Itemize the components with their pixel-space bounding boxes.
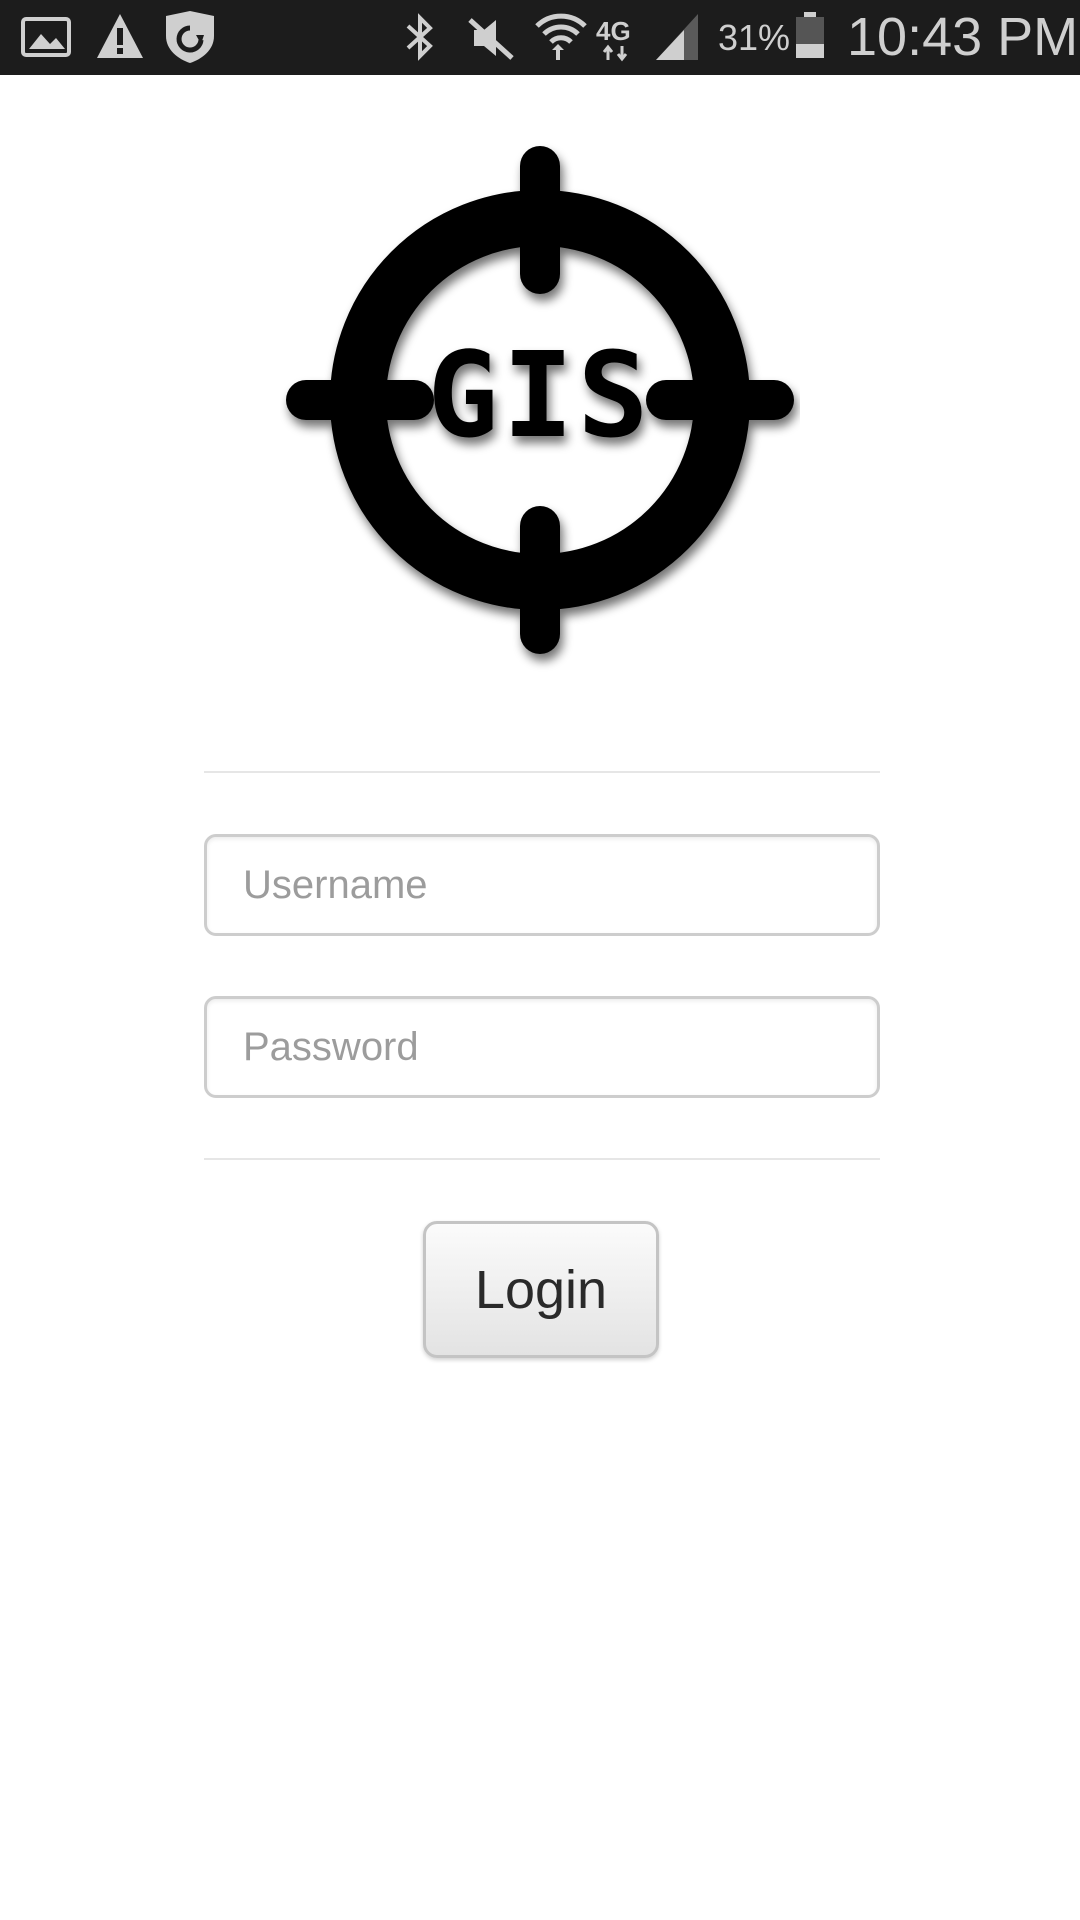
- status-clock: 10:43 PM: [847, 7, 1079, 67]
- gallery-icon: [20, 0, 74, 75]
- login-button[interactable]: Login: [423, 1221, 659, 1358]
- svg-text:4G: 4G: [596, 16, 631, 46]
- mute-icon: [466, 0, 516, 75]
- signal-icon: [652, 0, 702, 75]
- form-divider-top: [204, 771, 880, 773]
- 4g-lte-icon: 4G: [594, 0, 654, 75]
- password-input[interactable]: [204, 996, 880, 1098]
- wifi-icon: [534, 0, 588, 75]
- form-divider-bottom: [204, 1158, 880, 1160]
- username-input[interactable]: [204, 834, 880, 936]
- status-bar: 4G 31% 10:43 PM: [0, 0, 1080, 75]
- battery-icon: [792, 0, 828, 75]
- shield-sync-icon: [160, 0, 220, 75]
- bluetooth-icon: [400, 0, 440, 75]
- gis-crosshair-logo: GIS: [280, 140, 800, 680]
- battery-percent: 31%: [718, 17, 791, 58]
- logo-text: GIS: [427, 326, 652, 464]
- warning-icon: [94, 0, 146, 75]
